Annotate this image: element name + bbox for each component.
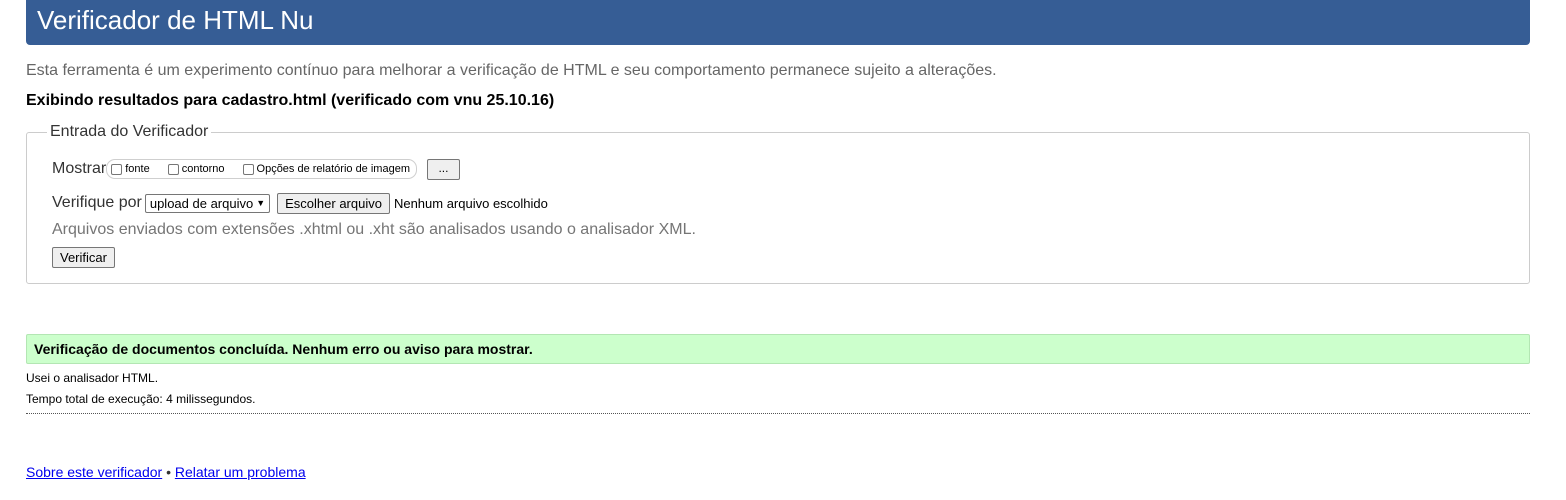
checkbox-box[interactable] bbox=[111, 163, 123, 175]
report-problem-link[interactable]: Relatar um problema bbox=[175, 464, 306, 480]
option-outline-checkbox[interactable]: contorno bbox=[167, 163, 225, 175]
header-bar: Verificador de HTML Nu bbox=[26, 0, 1530, 45]
checker-input-legend: Entrada do Verificador bbox=[47, 122, 212, 142]
xml-parser-note: Arquivos enviados com extensões .xhtml o… bbox=[52, 221, 696, 238]
check-by-label: Verifique por bbox=[52, 194, 142, 211]
option-source-checkbox[interactable]: fonte bbox=[111, 163, 150, 175]
option-outline-label: contorno bbox=[181, 163, 225, 175]
elapsed-time: Tempo total de execução: 4 milissegundos… bbox=[26, 392, 256, 406]
page: Verificador de HTML Nu Esta ferramenta é… bbox=[0, 0, 1566, 500]
check-by-row: Verifique por upload de arquivo ▼ Escolh… bbox=[52, 192, 548, 214]
intro-text: Esta ferramenta é um experimento contínu… bbox=[26, 62, 997, 79]
check-by-select[interactable]: upload de arquivo ▼ bbox=[144, 193, 271, 213]
option-image-report-label: Opções de relatório de imagem bbox=[256, 163, 410, 175]
about-checker-link[interactable]: Sobre este verificador bbox=[26, 464, 162, 480]
page-title: Verificador de HTML Nu bbox=[37, 5, 314, 35]
check-by-selected-value: upload de arquivo bbox=[149, 195, 254, 211]
checker-input-fieldset: Entrada do Verificador Mostrar fonte con… bbox=[26, 122, 1530, 284]
divider bbox=[26, 413, 1530, 414]
chevron-down-icon: ▼ bbox=[256, 197, 266, 208]
footer-separator: • bbox=[166, 464, 171, 480]
file-status-text: Nenhum arquivo escolhido bbox=[393, 195, 548, 211]
option-source-label: fonte bbox=[125, 163, 150, 175]
success-message: Verificação de documentos concluída. Nen… bbox=[26, 334, 1530, 364]
show-options-row: Mostrar fonte contorno Opções de relatór… bbox=[52, 158, 460, 180]
results-heading: Exibindo resultados para cadastro.html (… bbox=[26, 92, 555, 109]
footer-links: Sobre este verificador • Relatar um prob… bbox=[26, 464, 306, 480]
option-image-report-checkbox[interactable]: Opções de relatório de imagem bbox=[242, 163, 410, 175]
checkbox-box[interactable] bbox=[167, 163, 179, 175]
checkbox-box[interactable] bbox=[242, 163, 254, 175]
choose-file-button[interactable]: Escolher arquivo bbox=[277, 192, 390, 214]
check-submit-button[interactable]: Verificar bbox=[52, 247, 115, 268]
show-options-group: fonte contorno Opções de relatório de im… bbox=[106, 159, 417, 179]
parser-info: Usei o analisador HTML. bbox=[26, 371, 159, 385]
show-label: Mostrar bbox=[52, 160, 107, 177]
more-options-button[interactable]: ... bbox=[426, 158, 460, 180]
